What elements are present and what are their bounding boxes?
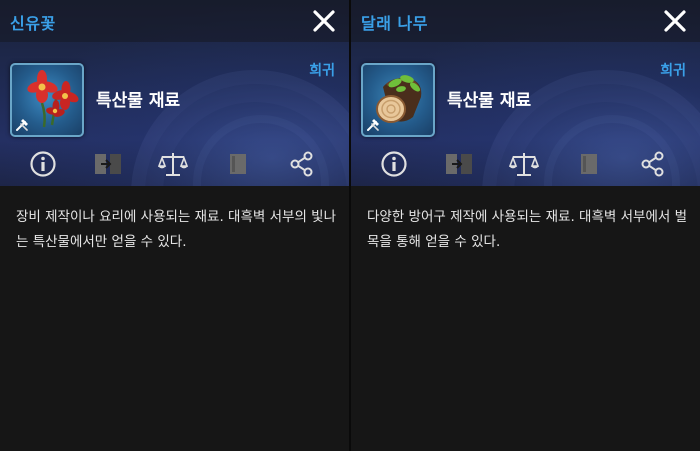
item-icon-frame (361, 63, 435, 137)
market-price-button[interactable] (155, 146, 191, 182)
item-name: 신유꽃 (10, 14, 56, 33)
share-button[interactable] (284, 146, 320, 182)
scale-icon (158, 153, 188, 176)
book-icon (230, 154, 246, 174)
share-button[interactable] (635, 146, 671, 182)
compare-button[interactable] (441, 146, 477, 182)
compare-icon (446, 154, 472, 174)
market-price-button[interactable] (506, 146, 542, 182)
item-header: 달래 나무 희귀 특산물 재료 (351, 0, 700, 186)
crafting-tools-icon (16, 119, 28, 131)
scale-icon (509, 153, 539, 176)
compare-button[interactable] (90, 146, 126, 182)
share-icon (641, 151, 664, 177)
crafting-tools-icon (367, 119, 379, 131)
book-icon (581, 154, 597, 174)
close-button[interactable] (662, 8, 688, 34)
close-button[interactable] (311, 8, 337, 34)
item-panel-right: 달래 나무 희귀 특산물 재료 다양한 방어구 제작에 사용되는 재료. 대흑벽… (351, 0, 700, 451)
info-icon (381, 151, 407, 177)
item-description: 다양한 방어구 제작에 사용되는 재료. 대흑벽 서부에서 벌목을 통해 얻을 … (367, 209, 687, 250)
codex-button[interactable] (220, 146, 256, 182)
action-bar (0, 146, 349, 184)
item-tooltip-compare-view: 신유꽃 희귀 특산물 재료 장비 제작이나 요리에 사용되는 재료. 대흑벽 서… (0, 0, 700, 451)
info-button[interactable] (376, 146, 412, 182)
close-icon (313, 10, 335, 32)
codex-button[interactable] (571, 146, 607, 182)
info-icon (30, 151, 56, 177)
item-icon-frame (10, 63, 84, 137)
item-category: 특산물 재료 (96, 91, 181, 111)
item-grade: 희귀 (660, 63, 686, 79)
item-description: 장비 제작이나 요리에 사용되는 재료. 대흑벽 서부의 빛나는 특산물에서만 … (16, 209, 336, 250)
item-category: 특산물 재료 (447, 91, 532, 111)
item-grade: 희귀 (309, 63, 335, 79)
item-name: 달래 나무 (361, 14, 428, 33)
item-header: 신유꽃 희귀 특산물 재료 (0, 0, 349, 186)
close-icon (664, 10, 686, 32)
item-panel-left: 신유꽃 희귀 특산물 재료 장비 제작이나 요리에 사용되는 재료. 대흑벽 서… (0, 0, 349, 451)
info-button[interactable] (25, 146, 61, 182)
compare-icon (95, 154, 121, 174)
share-icon (290, 151, 313, 177)
action-bar (351, 146, 700, 184)
